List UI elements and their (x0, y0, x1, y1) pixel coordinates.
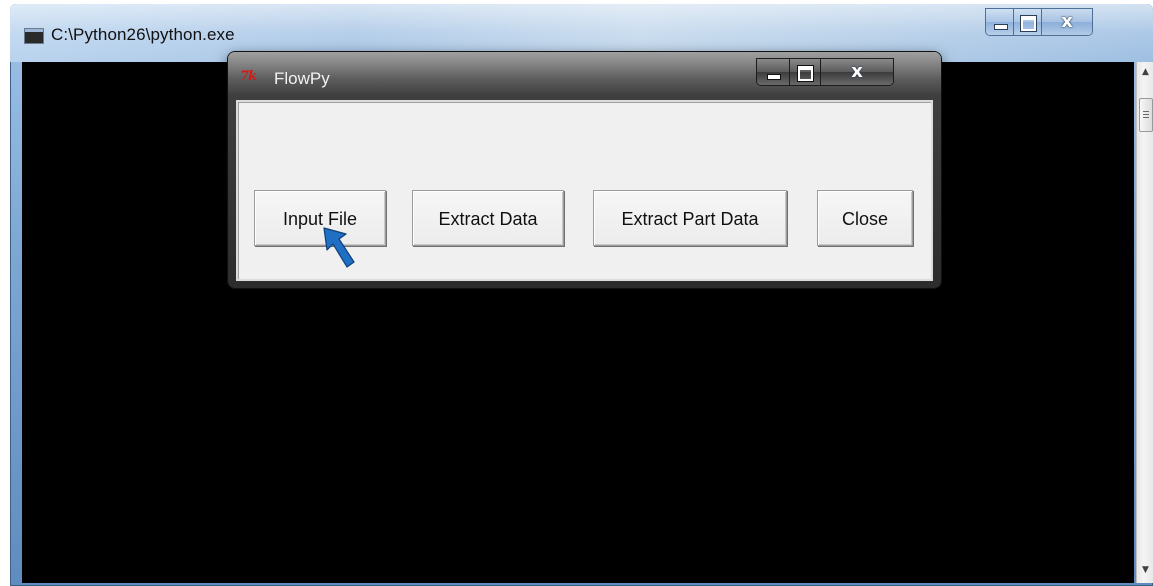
console-window-title: C:\Python26\python.exe (51, 25, 235, 44)
close-button[interactable]: Close (817, 190, 913, 246)
console-close-button[interactable]: x (1042, 9, 1092, 35)
extract-part-data-button[interactable]: Extract Part Data (593, 190, 787, 246)
dialog-caption-buttons: x (756, 58, 894, 86)
thumb-grip-line (1143, 114, 1149, 115)
maximize-icon (798, 66, 813, 81)
scroll-down-arrow-icon[interactable]: ▼ (1137, 562, 1153, 579)
dialog-title: FlowPy (274, 69, 330, 88)
scroll-up-arrow-icon[interactable]: ▲ (1137, 64, 1153, 81)
dialog-maximize-button[interactable] (790, 59, 821, 85)
extract-data-button[interactable]: Extract Data (412, 190, 564, 246)
tk-icon[interactable]: 7k (240, 69, 260, 85)
scroll-thumb[interactable] (1139, 98, 1153, 132)
minimize-icon (767, 74, 781, 80)
annotation-arrow-icon (323, 227, 355, 268)
dialog-close-button[interactable]: x (821, 59, 893, 85)
console-caption-buttons: x (985, 8, 1093, 36)
close-icon: x (1061, 11, 1073, 32)
minimize-icon (993, 24, 1008, 30)
console-app-icon[interactable] (24, 28, 44, 44)
dialog-titlebar[interactable]: 7k FlowPy x (228, 52, 941, 96)
console-vertical-scrollbar[interactable]: ▲ ▼ (1136, 62, 1153, 583)
maximize-icon (1020, 16, 1036, 31)
console-maximize-button[interactable] (1014, 9, 1042, 35)
thumb-grip-line (1143, 111, 1149, 112)
thumb-grip-line (1143, 117, 1149, 118)
console-minimize-button[interactable] (986, 9, 1014, 35)
dialog-minimize-button[interactable] (757, 59, 790, 85)
close-icon: x (851, 61, 863, 82)
